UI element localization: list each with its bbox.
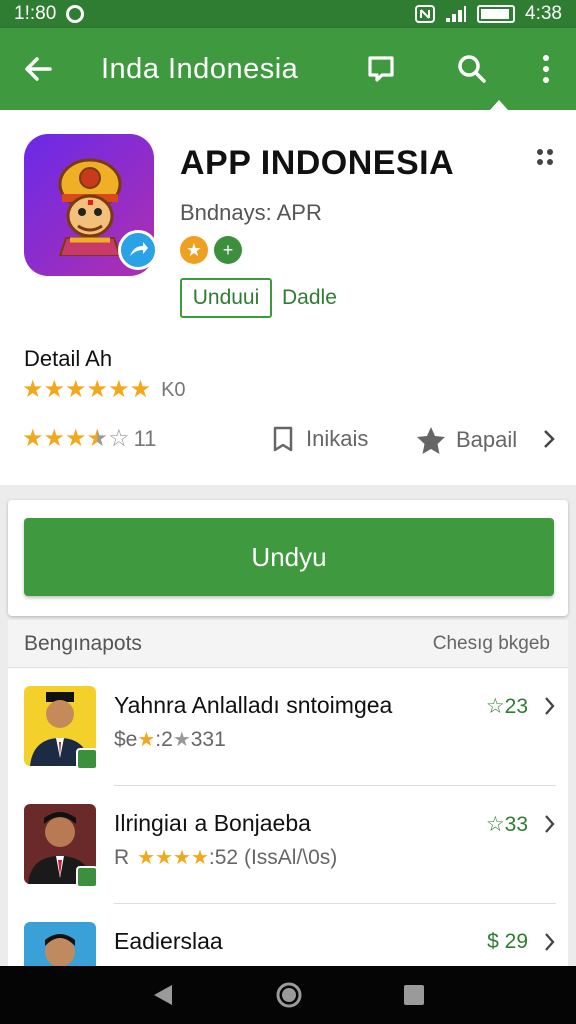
app-toolbar: Inda Indonesia xyxy=(0,28,576,110)
item-name: Yahnra Anlalladı sntoimgea xyxy=(114,692,393,718)
nav-recents-icon[interactable] xyxy=(402,983,426,1007)
bookmark-icon xyxy=(273,426,293,452)
list-header-title: Bengınapots xyxy=(24,631,142,655)
rating-summary[interactable]: ★ ★ ★ ★ ☆ 11 xyxy=(22,426,156,452)
item-price: ☆23 xyxy=(485,695,528,718)
app-badges: ★ + xyxy=(180,236,242,264)
item-meta: R ★ ★ ★ ★ :52 (IssAl/\0s) xyxy=(114,846,337,870)
star-icon: ★ xyxy=(65,376,87,403)
back-arrow-icon xyxy=(25,57,52,81)
list-item[interactable]: Eadierslaa $ 29 xyxy=(8,904,568,966)
star-icon: ★ xyxy=(22,425,44,452)
list-header-action[interactable]: Chesıg bkgeb xyxy=(433,633,550,655)
list-item[interactable]: Ilringiaı a Bonjaeba R ★ ★ ★ ★ :52 (IssA… xyxy=(8,786,568,904)
star-badge-icon: ★ xyxy=(180,236,208,264)
app-meta-row: ★ ★ ★ ★ ☆ 11 Inikais Bapail xyxy=(22,426,562,456)
toolbar-title: Inda Indonesia xyxy=(101,52,299,85)
install-info[interactable]: Inikais xyxy=(272,426,368,452)
install-outline-button[interactable]: Unduui xyxy=(180,278,272,318)
search-icon xyxy=(458,55,486,83)
share-label: Bapail xyxy=(456,427,518,452)
star-icon: ★ xyxy=(137,847,156,869)
star-icon: ★ xyxy=(108,376,130,403)
app-detail-card: APP INDONESIA Bndnays: APR ★ + Unduui Da… xyxy=(0,110,576,485)
star-icon: ★ xyxy=(43,376,66,403)
share-info[interactable]: Bapail xyxy=(416,426,517,454)
item-meta-prefix: $e xyxy=(114,728,138,751)
back-button[interactable] xyxy=(0,28,76,110)
status-dot-icon xyxy=(66,5,85,23)
item-name: Ilringiaı a Bonjaeba xyxy=(114,810,311,836)
signal-icon xyxy=(446,6,467,22)
star-icon: ★ xyxy=(172,729,191,751)
status-time: 1!:80 xyxy=(14,3,57,24)
chat-button[interactable] xyxy=(336,28,426,110)
battery-icon xyxy=(477,5,516,23)
primary-install-button[interactable]: Undyu xyxy=(24,518,554,596)
star-icon: ★ xyxy=(86,376,109,403)
star-outline-icon xyxy=(417,427,445,454)
star-icon: ★ xyxy=(22,376,44,403)
more-vert-icon xyxy=(543,55,549,83)
list-header: Bengınapots Chesıg bkgeb xyxy=(8,620,568,668)
status-battery-time: 4:38 xyxy=(525,3,562,24)
recommendation-list: Bengınapots Chesıg bkgeb Yahnra Anlallad… xyxy=(8,620,568,966)
half-star-icon: ★ xyxy=(86,425,109,452)
nfc-icon xyxy=(415,5,436,23)
action-card: Undyu xyxy=(8,500,568,616)
item-meta-suffix: 331 xyxy=(190,728,226,751)
review-count: K0 xyxy=(161,378,186,401)
app-menu-button[interactable] xyxy=(536,148,554,171)
secondary-link[interactable]: Dadle xyxy=(282,286,337,310)
verified-badge-icon xyxy=(76,748,98,770)
review-stars: ★ ★ ★ ★ ★ ★ K0 xyxy=(22,378,186,402)
item-name: Eadierslaa xyxy=(114,928,223,954)
detail-heading: Detail Ah xyxy=(24,346,113,371)
install-label: Inikais xyxy=(306,426,369,451)
chat-icon xyxy=(368,56,394,82)
chevron-right-icon[interactable] xyxy=(544,696,556,716)
chevron-right-icon[interactable] xyxy=(544,814,556,834)
toolbar-pointer xyxy=(490,100,508,110)
rating-count: 11 xyxy=(133,426,157,451)
nav-back-icon[interactable] xyxy=(150,982,176,1008)
plus-badge-icon: + xyxy=(214,236,242,264)
chevron-right-icon[interactable] xyxy=(544,932,556,952)
star-icon: ★ xyxy=(43,425,66,452)
star-icon: ★ xyxy=(129,376,152,403)
chevron-right-icon[interactable] xyxy=(542,428,556,450)
grid-dots-icon xyxy=(537,149,553,165)
item-meta-text: :52 (IssAl/\0s) xyxy=(208,846,338,869)
item-thumbnail xyxy=(24,922,96,966)
star-icon: ★ xyxy=(173,847,191,869)
share-badge xyxy=(118,230,158,270)
star-icon: ★ xyxy=(137,729,156,751)
share-arrow-icon xyxy=(130,242,148,256)
item-price: ☆33 xyxy=(485,813,528,836)
item-price: $ 29 xyxy=(487,930,528,953)
item-meta-text: :2 xyxy=(155,728,173,751)
status-bar: 1!:80 4:38 xyxy=(0,0,576,28)
mascot-icon xyxy=(58,158,122,256)
system-nav-bar xyxy=(0,966,576,1024)
star-icon: ★ xyxy=(190,847,209,869)
star-icon: ★ xyxy=(65,425,87,452)
search-button[interactable] xyxy=(426,28,516,110)
item-meta: $e ★ :2 ★ 331 xyxy=(114,728,226,752)
nav-home-icon[interactable] xyxy=(275,981,303,1009)
more-options-button[interactable] xyxy=(516,28,576,110)
star-icon: ★ xyxy=(155,847,174,869)
developer-name[interactable]: Bndnays: APR xyxy=(180,200,322,226)
empty-star-icon: ☆ xyxy=(108,425,130,452)
list-item[interactable]: Yahnra Anlalladı sntoimgea $e ★ :2 ★ 331… xyxy=(8,668,568,786)
app-title: APP INDONESIA xyxy=(180,144,455,182)
item-meta-prefix: R xyxy=(114,846,130,869)
verified-badge-icon xyxy=(76,866,98,888)
